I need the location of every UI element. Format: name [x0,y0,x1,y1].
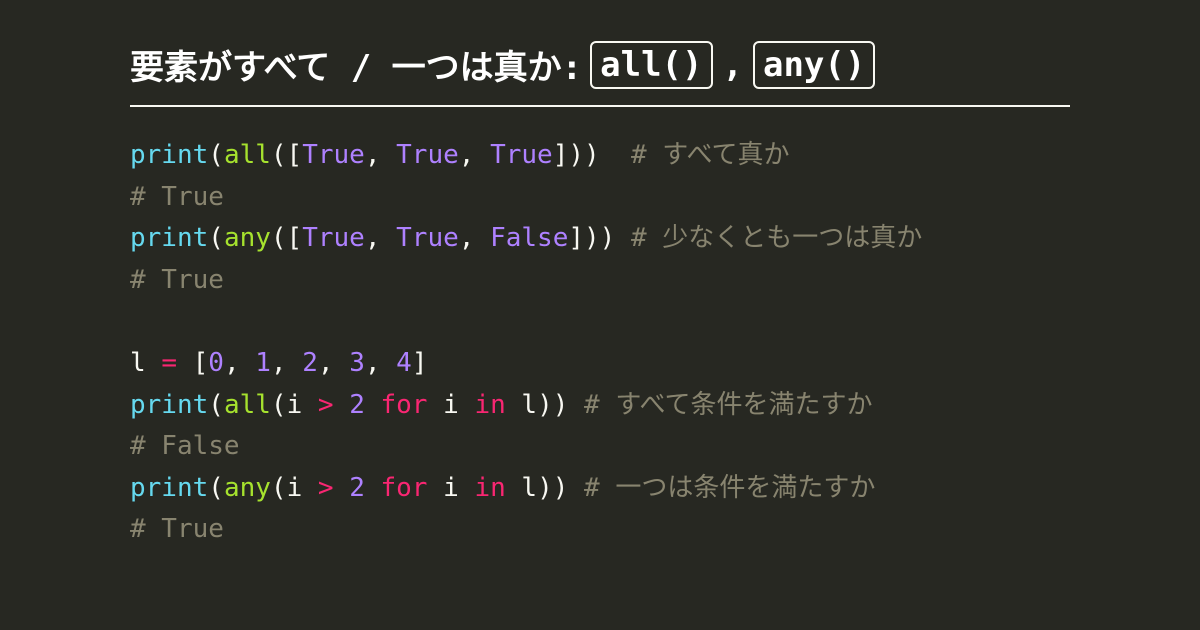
code-line-9: print(any(i > 2 for i in l)) # 一つは条件を満たす… [130,473,875,503]
code-line-10: # True [130,514,224,544]
code-line-5 [130,306,146,336]
title-codebox-any: any() [753,41,875,89]
code-block: print(all([True, True, True])) # すべて真か #… [130,135,1070,551]
code-line-6: l = [0, 1, 2, 3, 4] [130,348,427,378]
code-line-1: print(all([True, True, True])) # すべて真か [130,140,789,170]
title-text: 要素がすべて / 一つは真か: [130,40,582,89]
code-line-4: # True [130,265,224,295]
page-title: 要素がすべて / 一つは真か: all() , any() [130,40,1070,107]
code-line-8: # False [130,431,240,461]
code-line-7: print(all(i > 2 for i in l)) # すべて条件を満たす… [130,390,872,420]
title-codebox-all: all() [590,41,712,89]
code-line-3: print(any([True, True, False])) # 少なくとも一… [130,223,922,253]
title-separator: , [721,45,745,85]
code-line-2: # True [130,182,224,212]
